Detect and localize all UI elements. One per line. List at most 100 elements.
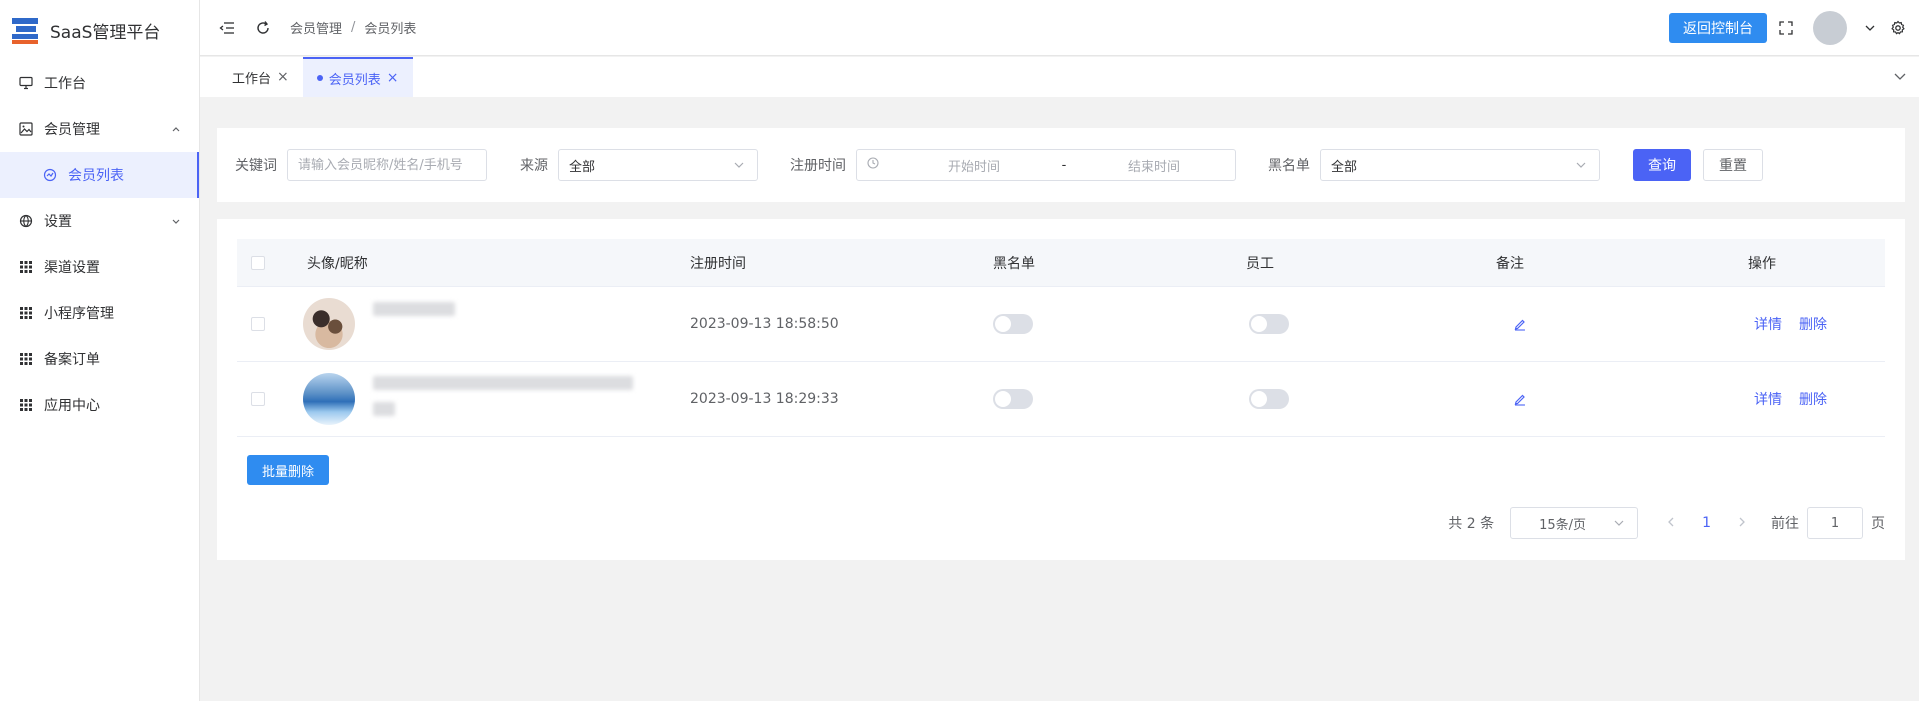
regtime-range-picker[interactable]: 开始时间 - 结束时间 (856, 149, 1236, 181)
edit-remark-icon[interactable] (1513, 317, 1527, 331)
menu-fold-icon[interactable] (218, 19, 236, 37)
chevron-down-icon[interactable] (1893, 69, 1907, 87)
chevron-up-icon (171, 122, 181, 138)
page-size-value: 15条/页 (1539, 517, 1587, 533)
next-page-icon[interactable] (1737, 515, 1747, 531)
reg-time-cell: 2023-09-13 18:29:33 (690, 391, 839, 407)
circle-gauge-icon (42, 167, 58, 183)
member-nickname-blurred (373, 402, 395, 416)
reset-button[interactable]: 重置 (1703, 149, 1763, 181)
end-time-input[interactable]: 结束时间 (1079, 156, 1229, 175)
regtime-label: 注册时间 (790, 158, 846, 174)
sidebar-item-label: 会员列表 (68, 168, 124, 184)
column-header-blacklist: 黑名单 (993, 255, 1035, 272)
breadcrumb: 会员管理 / 会员列表 (290, 18, 416, 37)
app-root: SaaS管理平台 工作台 会员管理 会员列表 设置 渠道设置 小程序管理 备案订… (0, 0, 1919, 701)
basketball-icon (18, 213, 34, 229)
grid-icon (18, 259, 34, 275)
tabs-bar: 工作台 × 会员列表 × (200, 57, 1919, 97)
row-checkbox[interactable] (251, 317, 265, 331)
source-select[interactable]: 全部 (558, 149, 758, 181)
breadcrumb-item-member-management[interactable]: 会员管理 (290, 18, 342, 37)
table-header-row: 头像/昵称 注册时间 黑名单 员工 备注 操作 (237, 239, 1885, 287)
grid-icon (18, 397, 34, 413)
sidebar-item-member-list[interactable]: 会员列表 (0, 152, 199, 198)
staff-switch[interactable] (1249, 389, 1289, 409)
chevron-down-icon (1613, 517, 1625, 533)
back-to-console-button[interactable]: 返回控制台 (1669, 13, 1767, 43)
image-icon (18, 121, 34, 137)
keyword-input[interactable] (287, 149, 487, 181)
batch-delete-button[interactable]: 批量删除 (247, 455, 330, 485)
close-icon[interactable]: × (387, 70, 399, 86)
delete-link[interactable]: 删除 (1799, 389, 1827, 409)
detail-link[interactable]: 详情 (1754, 389, 1782, 409)
page-number-current[interactable]: 1 (1702, 515, 1711, 531)
member-avatar (303, 298, 355, 350)
edit-remark-icon[interactable] (1513, 392, 1527, 406)
user-avatar[interactable] (1813, 11, 1847, 45)
sidebar-item-miniprogram[interactable]: 小程序管理 (0, 290, 199, 336)
breadcrumb-separator: / (351, 20, 356, 35)
sidebar-item-label: 渠道设置 (44, 260, 100, 276)
member-table: 头像/昵称 注册时间 黑名单 员工 备注 操作 2023-09-13 18:58… (237, 239, 1885, 437)
detail-link[interactable]: 详情 (1754, 314, 1782, 334)
sidebar-item-workbench[interactable]: 工作台 (0, 60, 199, 106)
chevron-down-icon (171, 214, 181, 230)
active-dot-icon (316, 75, 323, 81)
breadcrumb-item-member-list: 会员列表 (364, 22, 417, 37)
source-label: 来源 (520, 158, 548, 174)
page-size-select[interactable]: 15条/页 (1510, 507, 1639, 539)
sidebar-item-app-center[interactable]: 应用中心 (0, 382, 199, 428)
range-separator: - (1061, 157, 1067, 173)
filter-panel: 关键词 来源 全部 注册时间 开始时间 - 结束时间 黑名单 全部 查询 重置 (217, 128, 1905, 202)
pagination-total: 共 2 条 (1448, 516, 1495, 532)
column-header-actions: 操作 (1748, 255, 1776, 272)
tab-label: 会员列表 (328, 72, 381, 88)
close-icon[interactable]: × (277, 69, 289, 85)
clock-icon (867, 157, 879, 173)
sidebar-item-member-management[interactable]: 会员管理 (0, 106, 199, 152)
chevron-down-icon (733, 159, 745, 175)
goto-label: 前往 (1771, 516, 1799, 532)
blacklist-label: 黑名单 (1268, 158, 1310, 174)
table-row: 2023-09-13 18:58:50 详情 删除 (237, 287, 1885, 362)
select-all-checkbox[interactable] (251, 255, 265, 270)
query-button[interactable]: 查询 (1633, 149, 1691, 181)
logo-icon (10, 15, 40, 45)
sidebar-item-filing-orders[interactable]: 备案订单 (0, 336, 199, 382)
fullscreen-icon[interactable] (1777, 19, 1795, 37)
gear-icon[interactable] (1889, 19, 1907, 37)
sidebar-item-label: 会员管理 (44, 122, 100, 138)
sidebar-item-label: 小程序管理 (44, 306, 114, 322)
table-row: 2023-09-13 18:29:33 详情 删除 (237, 362, 1885, 437)
blacklist-switch[interactable] (993, 389, 1033, 409)
refresh-icon[interactable] (254, 19, 272, 37)
member-nickname-blurred (373, 302, 455, 316)
sidebar-item-label: 备案订单 (44, 352, 100, 368)
member-table-card: 头像/昵称 注册时间 黑名单 员工 备注 操作 2023-09-13 18:58… (217, 219, 1905, 560)
blacklist-select[interactable]: 全部 (1320, 149, 1600, 181)
sidebar-item-settings[interactable]: 设置 (0, 198, 199, 244)
tab-member-list[interactable]: 会员列表 × (302, 57, 413, 97)
column-header-avatar-nickname: 头像/昵称 (307, 255, 368, 272)
grid-icon (18, 305, 34, 321)
sidebar-item-channel-settings[interactable]: 渠道设置 (0, 244, 199, 290)
blacklist-switch[interactable] (993, 314, 1033, 334)
chevron-down-icon[interactable] (1861, 19, 1879, 37)
delete-link[interactable]: 删除 (1799, 314, 1827, 334)
goto-page-input[interactable] (1807, 507, 1863, 539)
start-time-input[interactable]: 开始时间 (899, 156, 1049, 175)
tab-workbench[interactable]: 工作台 × (200, 57, 303, 97)
column-header-staff: 员工 (1246, 255, 1274, 272)
staff-switch[interactable] (1249, 314, 1289, 334)
column-header-reg-time: 注册时间 (690, 255, 746, 272)
monitor-icon (18, 75, 34, 91)
column-header-remark: 备注 (1496, 255, 1524, 272)
prev-page-icon[interactable] (1666, 515, 1676, 531)
pagination: 共 2 条 15条/页 1 前往 页 (1448, 507, 1885, 539)
row-checkbox[interactable] (251, 392, 265, 406)
keyword-label: 关键词 (235, 158, 277, 174)
member-avatar (303, 373, 355, 425)
blacklist-select-value: 全部 (1331, 159, 1358, 175)
